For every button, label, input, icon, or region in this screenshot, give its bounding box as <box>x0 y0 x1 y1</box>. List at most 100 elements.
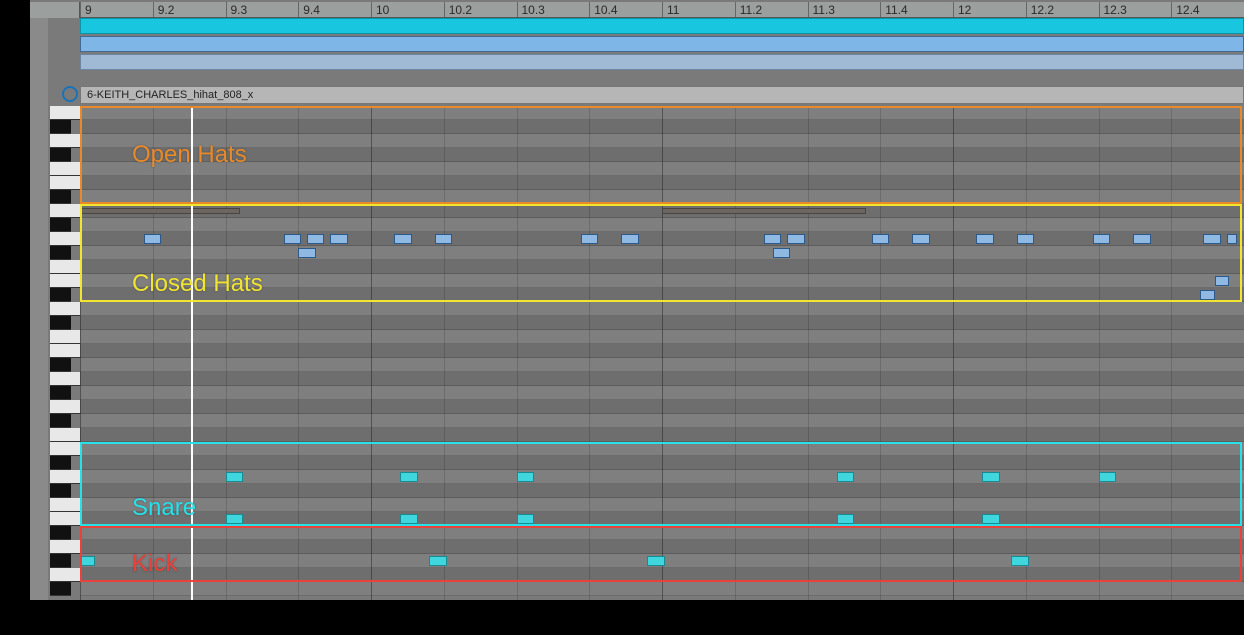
piano-key-white[interactable] <box>50 568 80 582</box>
ruler-tick: 10.2 <box>444 2 472 17</box>
piano-key-white[interactable] <box>50 162 80 176</box>
piano-key-black[interactable] <box>50 218 71 232</box>
midi-note-closed_hat_upper[interactable] <box>872 234 889 244</box>
midi-note-closed_hat_lower[interactable] <box>773 248 790 258</box>
midi-note-closed_hat_upper[interactable] <box>435 234 452 244</box>
ruler-tick: 10 <box>371 2 389 17</box>
gridline <box>1171 106 1172 600</box>
piano-roll[interactable]: Open HatsClosed HatsSnareKick <box>80 106 1244 600</box>
piano-key-white[interactable] <box>50 512 80 526</box>
piano-key-white[interactable] <box>50 232 80 246</box>
ruler-tick: 9.2 <box>153 2 175 17</box>
midi-note-closed_hat_upper[interactable] <box>764 234 781 244</box>
midi-note-closed_hat_lower[interactable] <box>298 248 315 258</box>
gridline <box>880 106 881 600</box>
piano-key-white[interactable] <box>50 442 80 456</box>
piano-key-white[interactable] <box>50 400 80 414</box>
midi-note-snare_lo[interactable] <box>517 514 534 524</box>
piano-key-white[interactable] <box>50 204 80 218</box>
clip-header[interactable]: 6-KEITH_CHARLES_hihat_808_x <box>80 86 1244 104</box>
loop-icon[interactable] <box>62 86 78 102</box>
piano-key-black[interactable] <box>50 120 71 134</box>
midi-note-closed_hat_upper[interactable] <box>621 234 638 244</box>
midi-note-closed_hat_upper[interactable] <box>144 234 161 244</box>
track-strip-2[interactable] <box>80 36 1244 52</box>
midi-note-snare_hi[interactable] <box>400 472 417 482</box>
piano-key-white[interactable] <box>50 470 80 484</box>
midi-note-snare_lo[interactable] <box>400 514 417 524</box>
midi-note-snare_hi[interactable] <box>517 472 534 482</box>
midi-note-closed_hat_upper[interactable] <box>912 234 929 244</box>
piano-key-white[interactable] <box>50 176 80 190</box>
piano-key-black[interactable] <box>50 190 71 204</box>
gridline <box>953 106 954 600</box>
timeline-ruler[interactable]: 99.29.39.41010.210.310.41111.211.311.412… <box>80 2 1244 18</box>
ruler-tick: 9.4 <box>298 2 320 17</box>
track-strip-3[interactable] <box>80 54 1244 70</box>
piano-key-black[interactable] <box>50 358 71 372</box>
midi-note-closed_hat_upper[interactable] <box>1227 234 1237 244</box>
midi-note-closed_hat_upper[interactable] <box>581 234 598 244</box>
clip-name: 6-KEITH_CHARLES_hihat_808_x <box>87 89 253 101</box>
piano-key-white[interactable] <box>50 540 80 554</box>
midi-note-closed_hat_upper[interactable] <box>1093 234 1110 244</box>
midi-note-kick[interactable] <box>429 556 446 566</box>
midi-editor: 99.29.39.41010.210.310.41111.211.311.412… <box>30 0 1244 600</box>
midi-note-snare_hi[interactable] <box>982 472 999 482</box>
midi-note-snare_hi[interactable] <box>226 472 243 482</box>
midi-note-closed_hat_fill_b[interactable] <box>1200 290 1215 300</box>
piano-key-black[interactable] <box>50 246 71 260</box>
piano-key-white[interactable] <box>50 344 80 358</box>
midi-note-closed_hat_upper[interactable] <box>307 234 324 244</box>
piano-key-black[interactable] <box>50 288 71 302</box>
ruler-tick: 12.3 <box>1099 2 1127 17</box>
piano-key-white[interactable] <box>50 134 80 148</box>
piano-key-white[interactable] <box>50 372 80 386</box>
ruler-corner <box>30 2 80 18</box>
midi-note-closed_hat_upper[interactable] <box>1017 234 1034 244</box>
midi-note-closed_hat_upper[interactable] <box>976 234 993 244</box>
midi-note-closed_hat_upper[interactable] <box>1133 234 1150 244</box>
ruler-tick: 9.3 <box>226 2 248 17</box>
piano-key-white[interactable] <box>50 106 80 120</box>
playhead[interactable] <box>191 106 193 600</box>
midi-note-snare_lo[interactable] <box>982 514 999 524</box>
piano-key-black[interactable] <box>50 316 71 330</box>
piano-key-black[interactable] <box>50 554 71 568</box>
midi-note-closed_hat_upper[interactable] <box>330 234 347 244</box>
piano-key-black[interactable] <box>50 386 71 400</box>
midi-note-closed_hat_upper[interactable] <box>787 234 804 244</box>
sustain-note[interactable] <box>80 208 240 214</box>
left-gutter <box>30 18 48 600</box>
midi-note-kick[interactable] <box>1011 556 1028 566</box>
piano-key-white[interactable] <box>50 274 80 288</box>
sustain-note[interactable] <box>662 208 866 214</box>
piano-key-white[interactable] <box>50 498 80 512</box>
midi-note-closed_hat_upper[interactable] <box>1203 234 1220 244</box>
gridline <box>298 106 299 600</box>
midi-note-kick[interactable] <box>647 556 664 566</box>
piano-key-white[interactable] <box>50 428 80 442</box>
midi-note-snare_lo[interactable] <box>837 514 854 524</box>
piano-key-black[interactable] <box>50 582 71 596</box>
piano-key-black[interactable] <box>50 484 71 498</box>
piano-key-white[interactable] <box>50 330 80 344</box>
ruler-tick: 12.4 <box>1171 2 1199 17</box>
piano-key-black[interactable] <box>50 148 71 162</box>
piano-key-white[interactable] <box>50 302 80 316</box>
track-strip-1[interactable] <box>80 18 1244 34</box>
piano-key-black[interactable] <box>50 526 71 540</box>
ruler-tick: 11 <box>662 2 679 17</box>
midi-note-closed_hat_upper[interactable] <box>284 234 301 244</box>
midi-note-kick[interactable] <box>80 556 95 566</box>
piano-key-black[interactable] <box>50 414 71 428</box>
gridline <box>589 106 590 600</box>
midi-note-snare_hi[interactable] <box>1099 472 1116 482</box>
piano-keyboard[interactable] <box>50 106 80 600</box>
midi-note-closed_hat_fill_a[interactable] <box>1215 276 1230 286</box>
midi-note-snare_hi[interactable] <box>837 472 854 482</box>
midi-note-closed_hat_upper[interactable] <box>394 234 411 244</box>
piano-key-white[interactable] <box>50 260 80 274</box>
midi-note-snare_lo[interactable] <box>226 514 243 524</box>
piano-key-black[interactable] <box>50 456 71 470</box>
